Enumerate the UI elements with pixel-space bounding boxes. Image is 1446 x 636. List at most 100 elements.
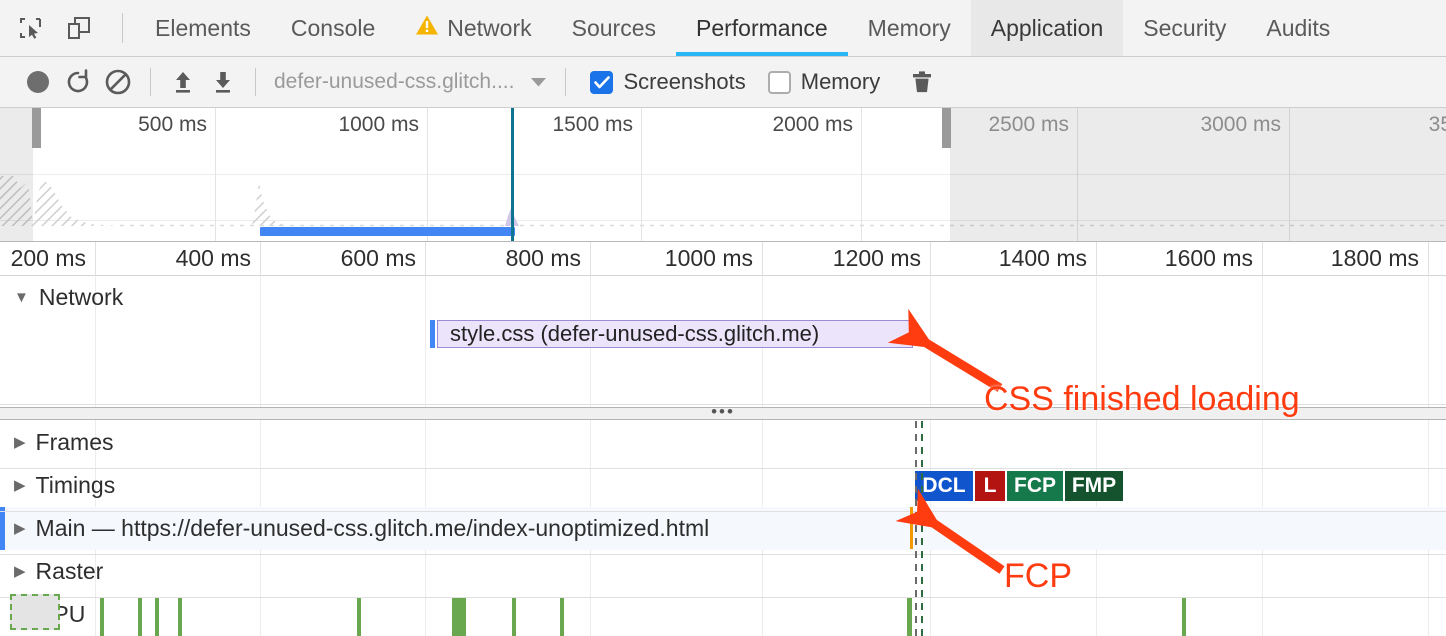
gpu-task-bar[interactable] [512,598,516,636]
overview-network-bar [260,227,515,236]
chevron-right-icon: ▶ [14,433,26,451]
screenshots-checkbox-box [590,70,614,94]
tab-application[interactable]: Application [970,0,1124,56]
timing-badge-dcl[interactable]: DCL [915,471,973,501]
overview-tick [641,108,642,241]
profile-select[interactable]: defer-unused-css.glitch.... [268,70,553,94]
performance-toolbar: defer-unused-css.glitch.... Screenshots … [0,57,1446,108]
ruler-tick [260,242,261,276]
overview-window-handle-left[interactable] [32,108,41,148]
chevron-right-icon: ▶ [14,476,26,494]
tab-label: Performance [696,14,828,41]
gpu-task-bar[interactable] [1182,598,1186,636]
network-request-label: style.css (defer-unused-css.glitch.me) [450,321,820,346]
tab-elements[interactable]: Elements [135,0,271,56]
tab-network[interactable]: Network [395,0,551,56]
tab-label: Application [990,14,1104,41]
chevron-right-icon: ▶ [14,519,26,537]
gpu-task-bar[interactable] [100,598,104,636]
tab-console[interactable]: Console [271,0,395,56]
overview-tick [427,108,428,241]
track-header-timings[interactable]: ▶ Timings [0,469,1446,501]
drag-dots-icon: ••• [711,402,735,421]
ruler-tick [95,242,96,276]
tab-label: Sources [571,14,656,41]
screenshots-checkbox[interactable]: Screenshots [590,69,746,95]
profile-select-value: defer-unused-css.glitch.... [274,70,515,93]
timing-badge-l[interactable]: L [975,471,1005,501]
ruler-tick-label: 1000 ms [664,245,753,271]
tab-memory[interactable]: Memory [848,0,971,56]
gpu-task-bar[interactable] [907,598,912,636]
timeline-tracks: ▼ Network style.css (defer-unused-css.gl… [0,276,1446,636]
tab-audits[interactable]: Audits [1246,0,1350,56]
gpu-task-bar[interactable] [155,598,159,636]
chevron-down-icon [531,77,547,86]
gpu-selection-box [10,594,60,630]
track-resize-divider[interactable]: ••• [0,403,1446,420]
fcp-marker-tick [910,507,913,549]
ruler-tick [762,242,763,276]
tab-performance[interactable]: Performance [676,0,848,56]
ruler-tick-label: 400 ms [175,245,251,271]
clear-button[interactable] [98,62,138,102]
ruler-tick-label: 600 ms [340,245,416,271]
tab-security[interactable]: Security [1123,0,1246,56]
gpu-task-bar[interactable] [178,598,182,636]
track-header-network-label: Network [38,283,124,310]
ruler-tick-label: 1400 ms [998,245,1087,271]
memory-checkbox[interactable]: Memory [767,69,881,95]
memory-checkbox-box [767,70,791,94]
reload-and-profile-button[interactable] [58,62,98,102]
gpu-task-bar[interactable] [138,598,142,636]
timeline-overview[interactable]: 500 ms 1000 ms 1500 ms 2000 ms 2500 ms 3000 m… [0,108,1446,242]
overview-tick [861,108,862,241]
chevron-right-icon: ▶ [14,562,26,580]
network-request-prefix [430,320,435,348]
track-header-main[interactable]: ▶ Main — https://defer-unused-css.glitch.… [0,512,1446,544]
tab-list: Elements Console Network Sources Performance… [135,0,1350,56]
tab-label: Console [290,14,376,41]
ruler-tick [590,242,591,276]
save-profile-icon[interactable] [203,62,243,102]
record-button[interactable] [18,62,58,102]
chevron-down-icon: ▼ [14,288,29,306]
device-toolbar-icon[interactable] [62,11,96,45]
tab-label: Security [1143,14,1227,41]
overview-window-handle-right[interactable] [942,108,951,148]
network-request-bar[interactable]: style.css (defer-unused-css.glitch.me) [437,320,913,348]
ruler-tick-label: 800 ms [505,245,581,271]
track-header-raster[interactable]: ▶ Raster [0,555,1446,587]
ruler-tick-label: 1200 ms [832,245,921,271]
tab-sources[interactable]: Sources [552,0,676,56]
collect-garbage-icon[interactable] [902,62,942,102]
overview-tick-label: 500 ms [138,113,207,136]
overview-tick [215,108,216,241]
ruler-tick-label: 1800 ms [1330,245,1419,271]
ruler-tick-label: 1600 ms [1164,245,1253,271]
timing-badge-fcp[interactable]: FCP [1007,471,1063,501]
gpu-task-bar[interactable] [560,598,564,636]
overview-tick-label: 1000 ms [338,113,419,136]
load-profile-icon[interactable] [163,62,203,102]
track-header-frames[interactable]: ▶ Frames [0,426,1446,458]
inspect-element-icon[interactable] [14,11,48,45]
track-header-network[interactable]: ▼ Network [0,282,1446,312]
track-header-gpu[interactable]: ▶GPU [0,598,1446,630]
warning-triangle-icon [415,14,439,42]
tab-label: Memory [867,14,951,41]
ruler-tick [1262,242,1263,276]
toolbar-divider-1 [150,68,151,96]
ruler-tick [425,242,426,276]
gpu-task-bar[interactable] [452,598,466,636]
timing-badge-fmp[interactable]: FMP [1065,471,1123,501]
overview-tick-label: 1500 ms [552,113,633,136]
overview-marker-line [511,108,514,241]
memory-label: Memory [800,69,881,94]
devtools-performance-panel: Elements Console Network Sources Performance… [0,0,1446,636]
tab-label: Audits [1266,14,1331,41]
track-header-label: Raster [35,557,104,584]
tabbar-divider [122,13,123,43]
tab-label: Network [447,14,532,41]
gpu-task-bar[interactable] [357,598,361,636]
